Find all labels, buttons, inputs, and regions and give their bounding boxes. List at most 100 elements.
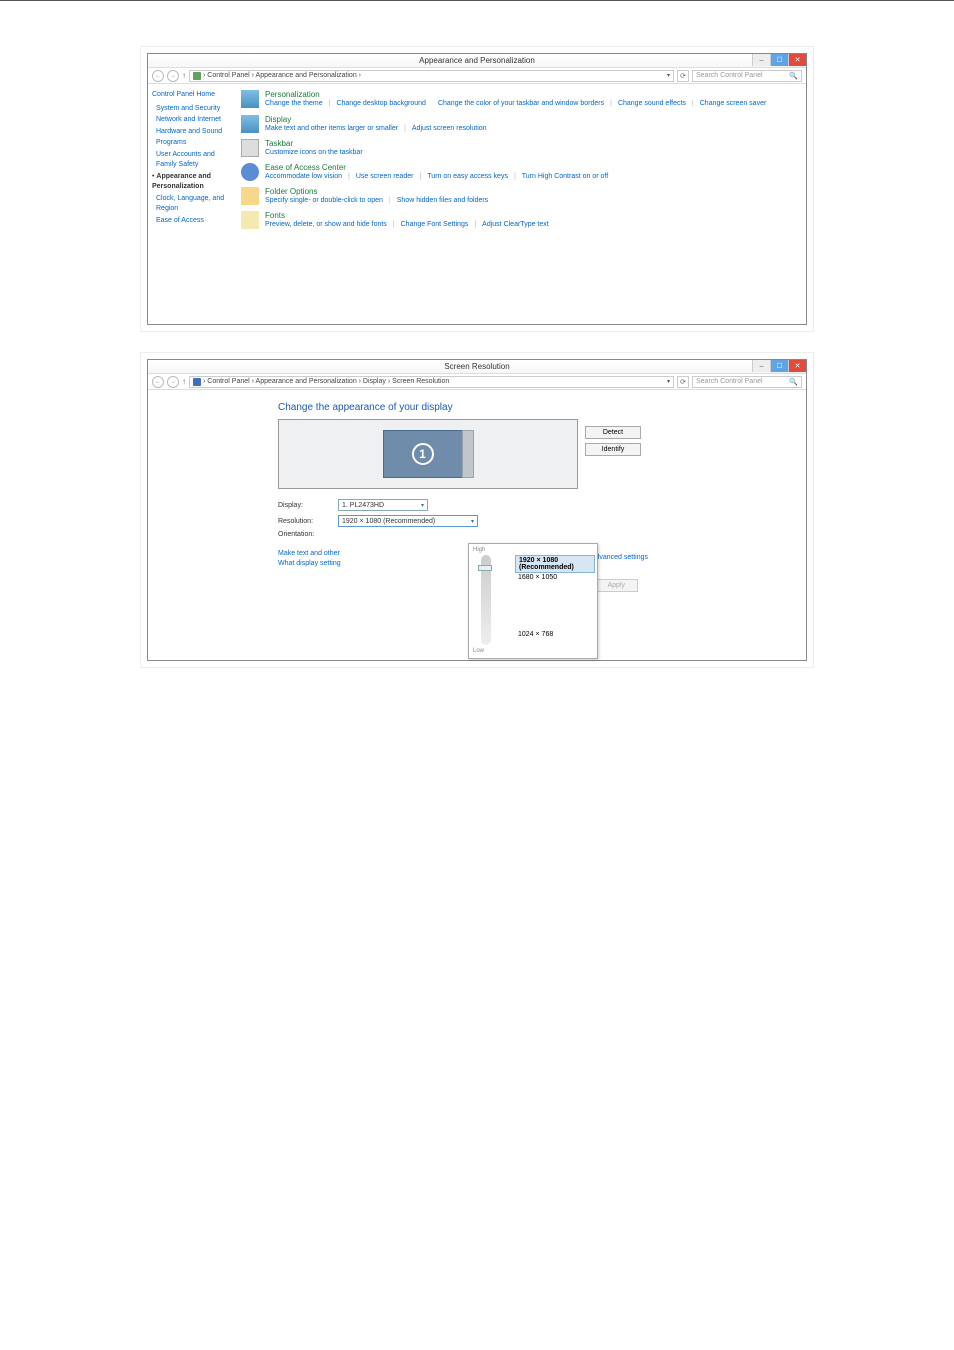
sidebar-item-network[interactable]: Network and Internet — [156, 115, 229, 126]
minimize-button[interactable]: – — [752, 360, 770, 372]
maximize-button[interactable]: ☐ — [770, 360, 788, 372]
figure-resolution-window: Screen Resolution – ☐ ✕ ← → ↑ › Control … — [140, 352, 814, 668]
cat-display-title[interactable]: Display — [265, 115, 798, 124]
nav-up-button[interactable]: ↑ — [182, 71, 186, 80]
apply-button[interactable]: Apply — [594, 579, 638, 592]
close-button[interactable]: ✕ — [788, 360, 806, 372]
resolution-select[interactable]: 1920 × 1080 (Recommended)▾ — [338, 515, 478, 527]
resolution-slider[interactable] — [481, 555, 491, 645]
cat-folder-title[interactable]: Folder Options — [265, 187, 798, 196]
search-input[interactable]: Search Control Panel 🔍 — [692, 376, 802, 388]
figure-appearance-window: Appearance and Personalization – ☐ ✕ ← →… — [140, 46, 814, 332]
link-low-vision[interactable]: Accommodate low vision — [265, 173, 342, 180]
link-click-open[interactable]: Specify single- or double-click to open — [265, 197, 383, 204]
resolution-option-1024[interactable]: 1024 × 768 — [515, 630, 595, 639]
sidebar: Control Panel Home System and Security N… — [148, 84, 233, 324]
search-placeholder: Search Control Panel — [696, 72, 763, 79]
search-icon: 🔍 — [789, 378, 798, 386]
cat-personalization-title[interactable]: Personalization — [265, 90, 798, 99]
maximize-button[interactable]: ☐ — [770, 54, 788, 66]
sidebar-item-appearance: Appearance and Personalization — [152, 172, 229, 193]
link-customize-taskbar[interactable]: Customize icons on the taskbar — [265, 149, 363, 156]
sidebar-item-hardware[interactable]: Hardware and Sound — [156, 127, 229, 138]
monitor-side — [462, 430, 474, 478]
link-easy-keys[interactable]: Turn on easy access keys — [427, 173, 508, 180]
taskbar-icon — [241, 139, 259, 157]
link-screen-saver[interactable]: Change screen saver — [700, 100, 767, 109]
display-label: Display: — [278, 502, 338, 509]
monitor-preview: 1 Detect Identify — [278, 419, 578, 489]
link-advanced-settings[interactable]: Advanced settings — [591, 554, 648, 561]
search-icon: 🔍 — [789, 72, 798, 80]
ease-icon — [241, 163, 259, 181]
identify-button[interactable]: Identify — [585, 443, 641, 456]
display-icon — [193, 378, 201, 386]
link-change-theme[interactable]: Change the theme — [265, 100, 323, 109]
sidebar-item-users[interactable]: User Accounts and Family Safety — [156, 150, 229, 171]
display-icon — [241, 115, 259, 133]
slider-thumb[interactable] — [478, 565, 492, 571]
window-body: Control Panel Home System and Security N… — [148, 84, 806, 324]
link-adjust-resolution[interactable]: Adjust screen resolution — [412, 125, 487, 132]
nav-back-button[interactable]: ← — [152, 70, 164, 82]
personalization-icon — [241, 90, 259, 108]
resolution-option-recommended[interactable]: 1920 × 1080 (Recommended) — [515, 555, 595, 573]
nav-forward-button[interactable]: → — [167, 376, 179, 388]
folder-icon — [241, 187, 259, 205]
link-hidden-files[interactable]: Show hidden files and folders — [397, 197, 488, 204]
sidebar-item-programs[interactable]: Programs — [156, 138, 229, 149]
address-bar: ← → ↑ › Control Panel › Appearance and P… — [148, 374, 806, 390]
orientation-label: Orientation: — [278, 531, 338, 538]
nav-back-button[interactable]: ← — [152, 376, 164, 388]
fonts-icon — [241, 211, 259, 229]
breadcrumb[interactable]: › Control Panel › Appearance and Persona… — [189, 376, 674, 388]
resolution-dropdown: High 1920 × 1080 (Recommended) 1680 × 10… — [468, 543, 598, 659]
window-title: Screen Resolution — [444, 362, 509, 371]
link-change-background[interactable]: Change desktop background — [336, 100, 426, 109]
content-pane: Personalization Change the theme| Change… — [233, 84, 806, 324]
chevron-down-icon[interactable]: ▾ — [667, 72, 670, 79]
window-title: Appearance and Personalization — [419, 56, 535, 65]
nav-forward-button[interactable]: → — [167, 70, 179, 82]
breadcrumb[interactable]: › Control Panel › Appearance and Persona… — [189, 70, 674, 82]
close-button[interactable]: ✕ — [788, 54, 806, 66]
search-input[interactable]: Search Control Panel 🔍 — [692, 70, 802, 82]
link-change-color[interactable]: Change the color of your taskbar and win… — [438, 100, 604, 109]
sidebar-item-system[interactable]: System and Security — [156, 104, 229, 115]
breadcrumb-text: › Control Panel › Appearance and Persona… — [203, 72, 361, 79]
window: Appearance and Personalization – ☐ ✕ ← →… — [147, 53, 807, 325]
nav-up-button[interactable]: ↑ — [182, 377, 186, 386]
display-select[interactable]: 1. PL2473HD▾ — [338, 499, 428, 511]
cat-ease-title[interactable]: Ease of Access Center — [265, 163, 798, 172]
resolution-label: Resolution: — [278, 518, 338, 525]
link-cleartype[interactable]: Adjust ClearType text — [482, 221, 549, 228]
link-font-settings[interactable]: Change Font Settings — [401, 221, 469, 228]
resolution-option-1680[interactable]: 1680 × 1050 — [515, 573, 595, 582]
cat-taskbar-title[interactable]: Taskbar — [265, 139, 798, 148]
minimize-button[interactable]: – — [752, 54, 770, 66]
window-body: Change the appearance of your display 1 … — [148, 390, 806, 660]
sidebar-home[interactable]: Control Panel Home — [152, 90, 229, 101]
sidebar-item-ease[interactable]: Ease of Access — [156, 216, 229, 227]
titlebar: Screen Resolution – ☐ ✕ — [148, 360, 806, 374]
link-text-size[interactable]: Make text and other items larger or smal… — [265, 125, 398, 132]
link-change-sound[interactable]: Change sound effects — [618, 100, 686, 109]
slider-low-label: Low — [473, 648, 595, 654]
address-bar: ← → ↑ › Control Panel › Appearance and P… — [148, 68, 806, 84]
refresh-button[interactable]: ⟳ — [677, 70, 689, 82]
link-high-contrast[interactable]: Turn High Contrast on or off — [522, 173, 608, 180]
refresh-button[interactable]: ⟳ — [677, 376, 689, 388]
chevron-down-icon[interactable]: ▾ — [667, 378, 670, 385]
monitor-1[interactable]: 1 — [383, 430, 463, 478]
display-fields: Display: 1. PL2473HD▾ Resolution: 1920 ×… — [278, 499, 578, 567]
monitor-number: 1 — [412, 443, 434, 465]
cat-fonts-title[interactable]: Fonts — [265, 211, 798, 220]
sidebar-item-clock[interactable]: Clock, Language, and Region — [156, 194, 229, 215]
slider-high-label: High — [473, 547, 595, 553]
search-placeholder: Search Control Panel — [696, 378, 763, 385]
link-screen-reader[interactable]: Use screen reader — [356, 173, 414, 180]
window: Screen Resolution – ☐ ✕ ← → ↑ › Control … — [147, 359, 807, 661]
detect-button[interactable]: Detect — [585, 426, 641, 439]
control-panel-icon — [193, 72, 201, 80]
link-preview-fonts[interactable]: Preview, delete, or show and hide fonts — [265, 221, 387, 228]
